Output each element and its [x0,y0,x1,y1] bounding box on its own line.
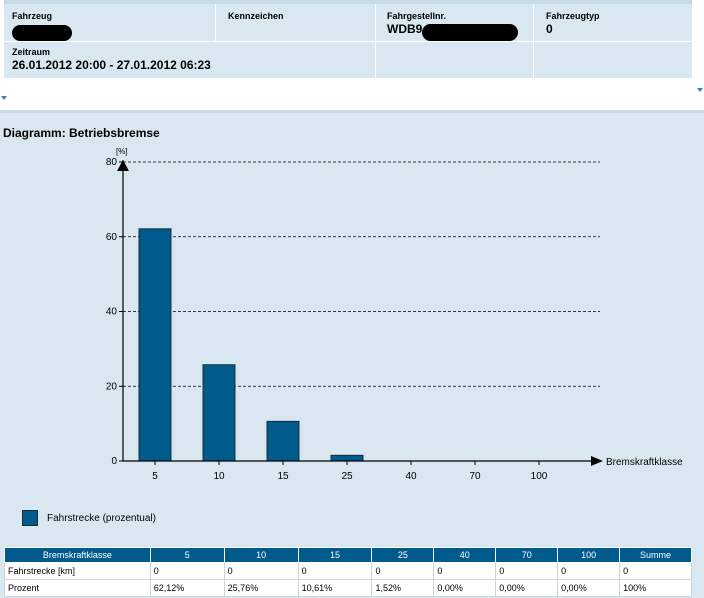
table-header-cell: 40 [433,547,497,563]
table-cell: 0 [371,562,435,580]
table-header-cell: Summe [619,547,692,563]
table-cell: 0,00% [557,579,621,597]
table-cell: 0 [495,562,559,580]
y-tick-labels: 0 20 40 60 80 [106,157,118,467]
diagram-title: Diagramm: Betriebsbremse [3,126,160,140]
fahrzeugtyp-cell: Fahrzeugtyp 0 [534,4,692,42]
zeitraum-label: Zeitraum [12,47,51,57]
y-tick-label: 60 [106,232,118,243]
kennzeichen-label: Kennzeichen [228,11,284,21]
collapse-right-icon[interactable] [697,88,703,92]
table-cell: 0 [557,562,621,580]
table-header-cell: 70 [495,547,559,563]
empty-cell-1 [376,42,534,78]
bar-chart: 0 20 40 60 80 5 10 15 25 40 70 100 [%] Bremskraftk… [106,147,683,482]
table-header-cell: 5 [149,547,225,563]
x-tick-labels: 5 10 15 25 40 70 100 [152,461,548,482]
bar-5 [138,228,172,462]
bar-25 [330,454,364,462]
y-axis-arrow [117,160,129,171]
x-axis-label: Bremskraftklasse [606,457,683,468]
fahrzeugtyp-label: Fahrzeugtyp [546,11,600,21]
table-cell: 0 [223,562,299,580]
x-tick-label: 25 [341,471,353,482]
table-cell: Prozent [4,579,151,597]
summary-table: Bremskraftklasse 5 10 15 25 40 70 100 Summe Fahr… [4,547,692,597]
zeitraum-value: 26.01.2012 20:00 - 27.01.2012 06:23 [12,58,211,72]
y-tick-label: 40 [106,307,118,318]
x-tick-label: 10 [213,471,225,482]
table-cell: 10,61% [297,579,373,597]
fahrgestellnr-label: Fahrgestellnr. [387,11,447,21]
table-cell: 25,76% [223,579,299,597]
chart-bars [138,228,364,462]
bar-15 [266,420,300,462]
y-tick-label: 80 [106,157,118,168]
table-cell: 0 [297,562,373,580]
x-tick-label: 40 [405,471,417,482]
table-row: Prozent 62,12% 25,76% 10,61% 1,52% 0,00% 0,00%… [4,579,692,597]
fahrzeug-redacted [12,25,72,41]
zeitraum-cell: Zeitraum 26.01.2012 20:00 - 27.01.2012 0… [4,42,376,78]
x-tick-label: 15 [277,471,289,482]
table-header-cell: 100 [557,547,621,563]
table-header-cell: 25 [371,547,435,563]
fahrzeugtyp-value: 0 [546,22,553,36]
table-cell: 1,52% [371,579,435,597]
collapse-left-icon[interactable] [1,96,7,100]
table-cell: 0 [149,562,225,580]
fahrzeug-cell: Fahrzeug [4,4,216,42]
table-cell: 0 [433,562,497,580]
x-tick-label: 70 [469,471,481,482]
x-tick-label: 5 [152,471,158,482]
fahrzeug-label: Fahrzeug [12,11,53,21]
y-tick-label: 0 [111,456,117,467]
y-tick-label: 20 [106,381,118,392]
table-header-cell: 15 [297,547,373,563]
table-cell: Fahrstrecke [km] [4,562,151,580]
x-tick-label: 100 [531,471,548,482]
table-cell: 0 [619,562,692,580]
table-header-row: Bremskraftklasse 5 10 15 25 40 70 100 Summe [4,547,692,563]
legend-swatch [22,510,38,526]
table-cell: 100% [619,579,692,597]
vehicle-info-panel: Fahrzeug Kennzeichen Fahrgestellnr. WDB9… [4,0,692,78]
legend-label: Fahrstrecke (prozentual) [47,513,156,524]
kennzeichen-cell: Kennzeichen [216,4,376,42]
fahrgestellnr-value: WDB9 [387,22,423,36]
table-header-cell: Bremskraftklasse [4,547,151,563]
chart-grid [119,161,600,462]
x-axis-arrow [591,456,603,466]
bar-10 [202,364,236,462]
table-cell: 0,00% [433,579,497,597]
chart-axes [117,160,603,466]
fahrgestellnr-cell: Fahrgestellnr. WDB9 [376,4,534,42]
table-cell: 0,00% [495,579,559,597]
table-row: Fahrstrecke [km] 0 0 0 0 0 0 0 0 [4,562,692,580]
table-header-cell: 10 [223,547,299,563]
diagram-panel: Diagramm: Betriebsbremse 0 20 40 60 80 5 10 15… [0,110,704,598]
y-axis-label: [%] [116,147,128,156]
table-cell: 62,12% [149,579,225,597]
fahrgestellnr-redacted [422,24,518,41]
empty-cell-2 [534,42,692,78]
